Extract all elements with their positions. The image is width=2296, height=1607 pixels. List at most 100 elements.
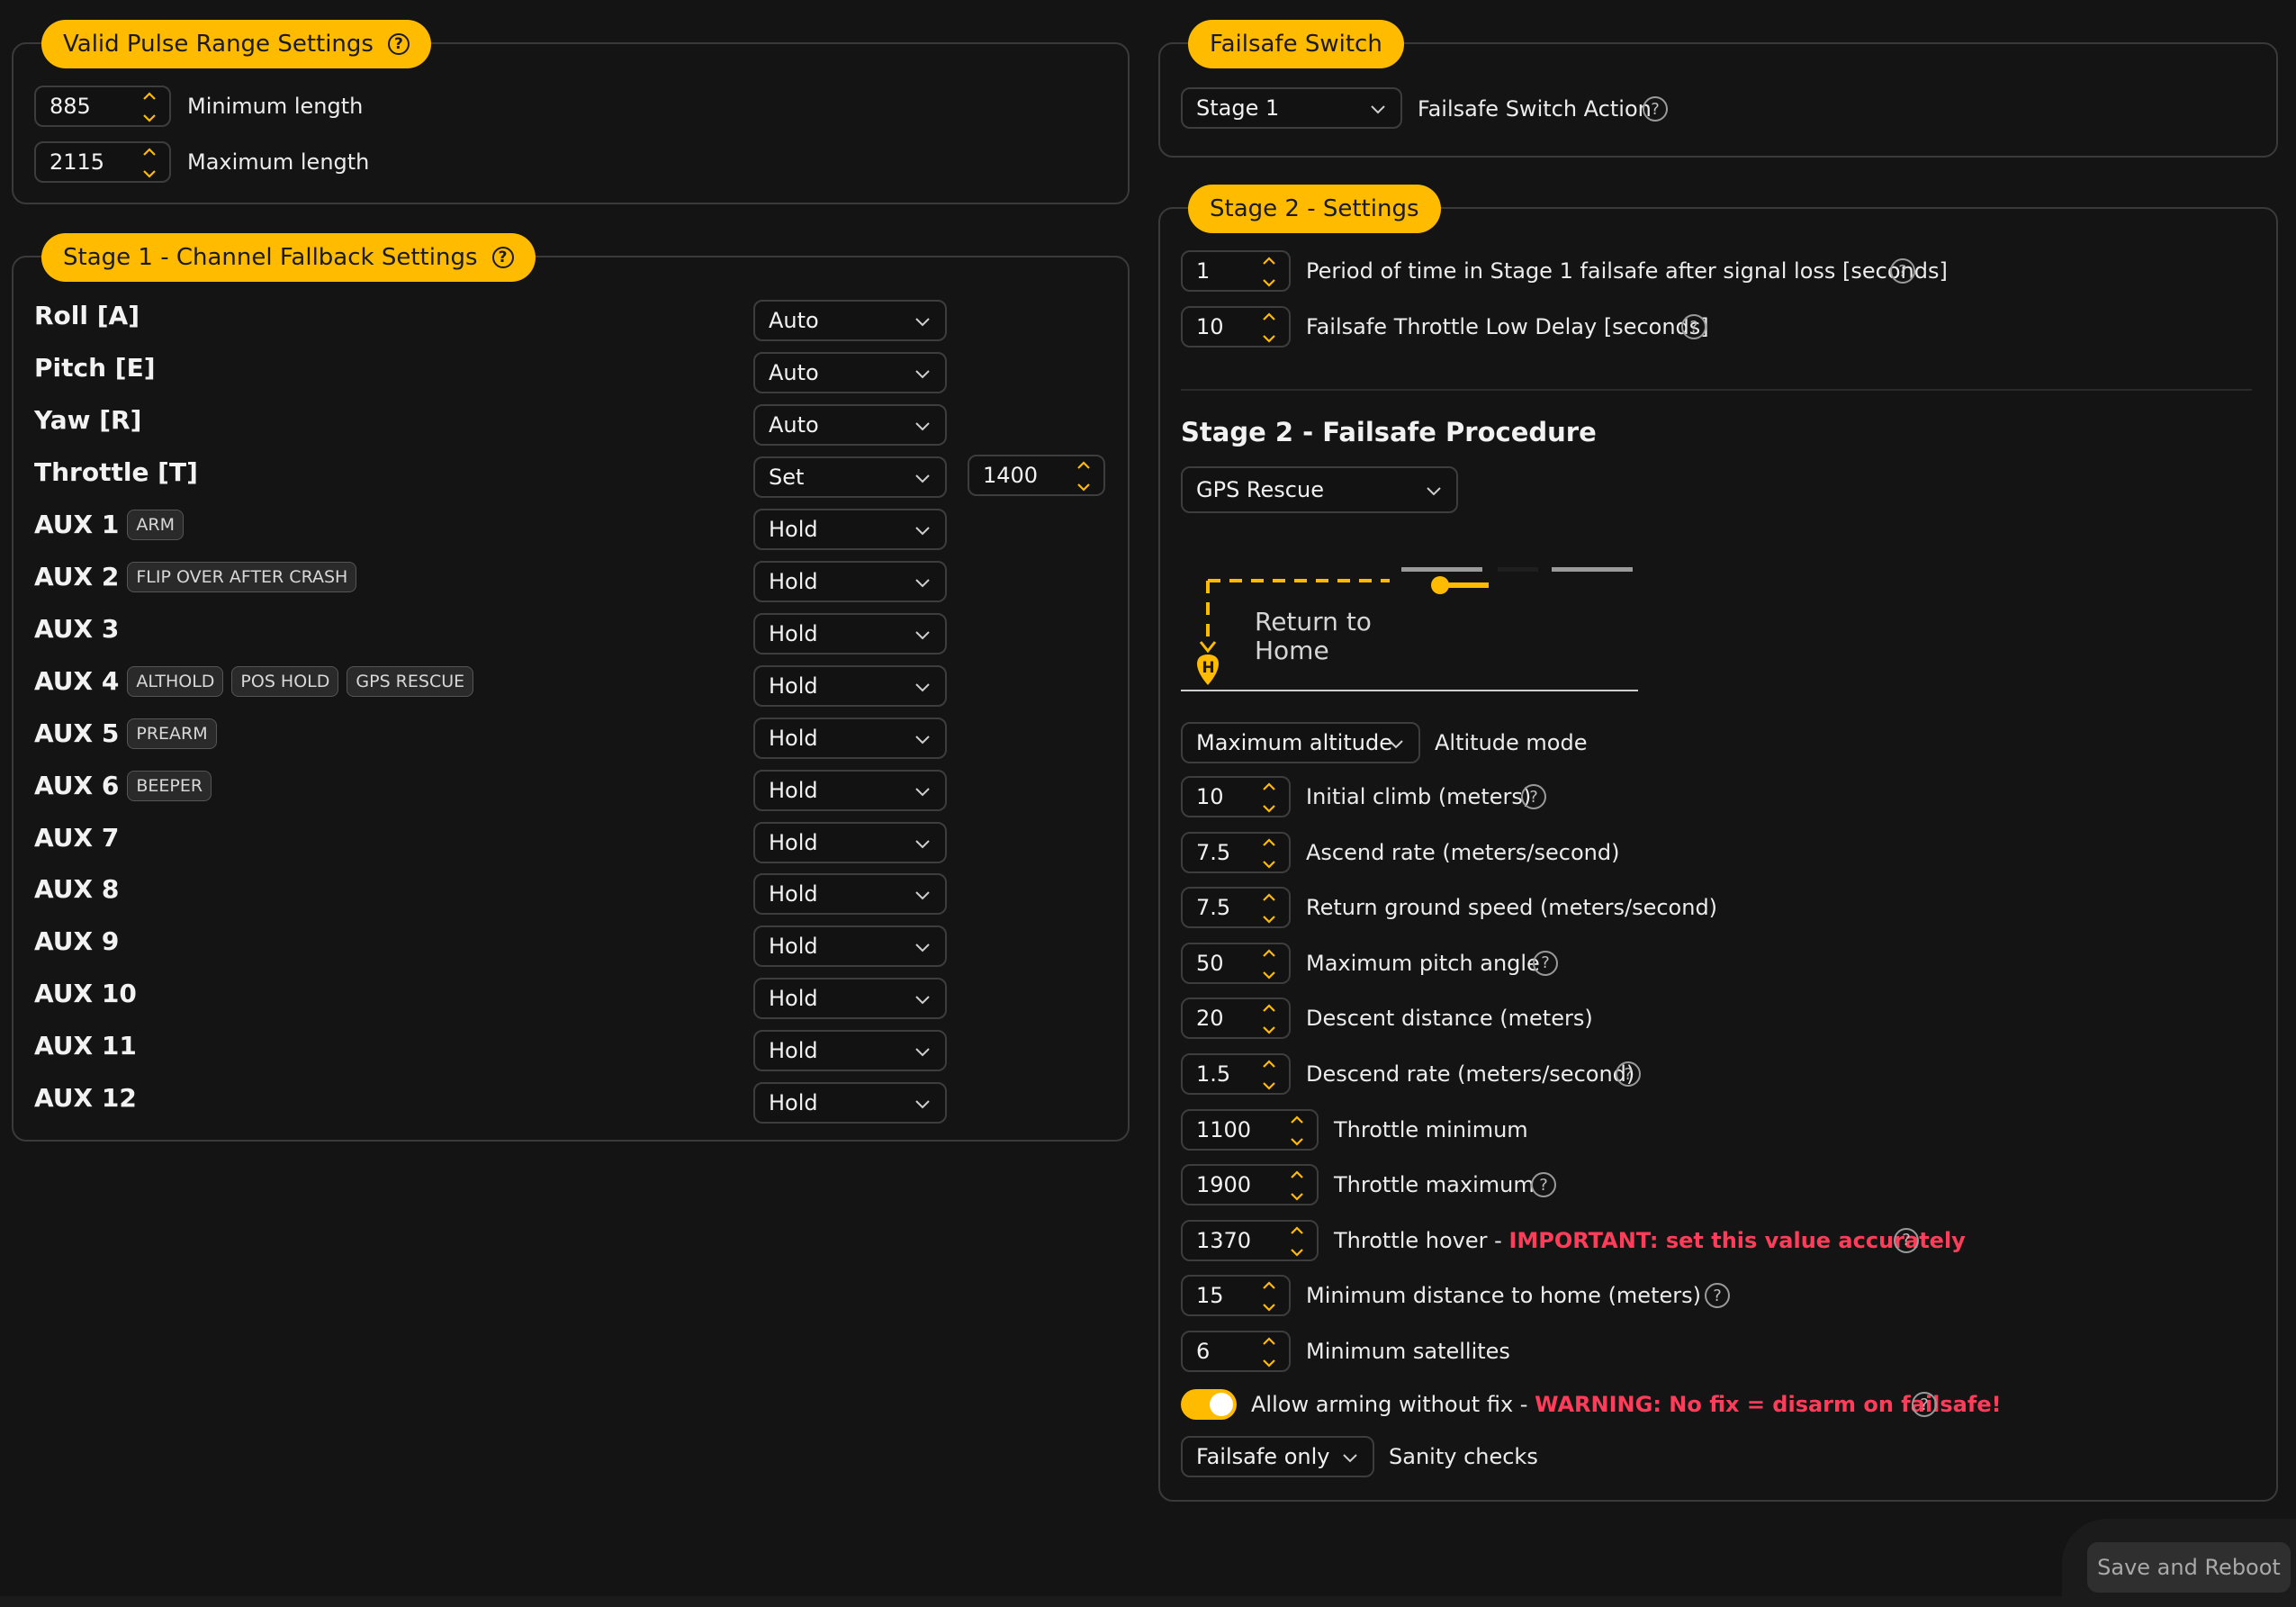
spinner-arrows-icon[interactable] (142, 147, 157, 179)
spinner-arrows-icon[interactable] (1076, 460, 1091, 492)
channel-name: Pitch [E] (34, 352, 156, 383)
channel-mode-tag: ALTHOLD (127, 665, 224, 697)
gps-rescue-field-value: 1900 (1196, 1172, 1252, 1198)
spinner-arrows-icon[interactable] (142, 91, 157, 123)
gps-rescue-field-input[interactable]: 20 (1181, 998, 1291, 1040)
save-toolbar: Save and Reboot (2062, 1519, 2296, 1607)
help-icon[interactable]: ? (1890, 258, 1915, 284)
gps-rescue-field-input[interactable]: 1100 (1181, 1108, 1319, 1151)
help-icon[interactable]: ? (1616, 1061, 1641, 1087)
channel-fallback-select[interactable]: Hold (753, 769, 947, 811)
throttle-low-delay-label: Failsafe Throttle Low Delay [seconds] (1306, 314, 1709, 339)
spinner-arrows-icon[interactable] (1262, 948, 1276, 980)
help-icon[interactable]: ? (491, 247, 514, 268)
gps-rescue-field-input[interactable]: 50 (1181, 942, 1291, 984)
channel-fallback-select[interactable]: Hold (753, 873, 947, 916)
spinner-arrows-icon[interactable] (1262, 1059, 1276, 1091)
channel-fallback-select[interactable]: Hold (753, 978, 947, 1020)
gps-rescue-field-input[interactable]: 1900 (1181, 1164, 1319, 1206)
spinner-arrows-icon[interactable] (1262, 1003, 1276, 1035)
spinner-arrows-icon[interactable] (1290, 1225, 1304, 1258)
spinner-arrows-icon[interactable] (1262, 1336, 1276, 1368)
channel-fallback-select[interactable]: Hold (753, 717, 947, 759)
channel-fallback-select[interactable]: Hold (753, 925, 947, 968)
spinner-arrows-icon[interactable] (1290, 1169, 1304, 1202)
channel-name: AUX 9 (34, 926, 120, 957)
failsafe-procedure-heading: Stage 2 - Failsafe Procedure (1181, 417, 1597, 447)
channel-row-label: AUX 8 (34, 874, 119, 905)
altitude-mode-select[interactable]: Maximum altitude (1181, 722, 1420, 763)
channel-fallback-select[interactable]: Hold (753, 612, 947, 655)
channel-fallback-select[interactable]: Hold (753, 508, 947, 550)
failsafe-switch-action-select[interactable]: Stage 1 (1181, 87, 1402, 129)
help-icon[interactable]: ? (1531, 1172, 1556, 1198)
gps-rescue-field-input[interactable]: 10 (1181, 776, 1291, 817)
spinner-arrows-icon[interactable] (1262, 781, 1276, 814)
channel-name: Yaw [R] (34, 404, 142, 435)
channel-fallback-select[interactable]: Hold (753, 1030, 947, 1072)
channel-name: Roll [A] (34, 301, 140, 330)
gps-rescue-field-value: 1.5 (1196, 1061, 1231, 1087)
channel-fallback-select[interactable]: Hold (753, 821, 947, 863)
help-icon[interactable]: ? (1681, 314, 1706, 339)
chevron-down-icon (915, 579, 930, 588)
channel-fallback-select[interactable]: Hold (753, 560, 947, 602)
gps-rescue-field-input[interactable]: 6 (1181, 1331, 1291, 1372)
help-icon[interactable]: ? (1533, 950, 1558, 976)
channel-fallback-value: Hold (769, 516, 818, 542)
help-icon[interactable]: ? (1643, 96, 1668, 122)
gps-rescue-field-input[interactable]: 1.5 (1181, 1053, 1291, 1095)
channel-row-label: AUX 4 ALTHOLD POS HOLD GPS RESCUE (34, 665, 474, 697)
save-and-reboot-button[interactable]: Save and Reboot (2087, 1542, 2291, 1593)
channel-row-label: AUX 2 FLIP OVER AFTER CRASH (34, 561, 357, 592)
help-icon[interactable]: ? (1912, 1392, 1937, 1417)
channel-mode-tag: GPS RESCUE (347, 665, 474, 697)
channel-fallback-select[interactable]: Auto (753, 351, 947, 393)
channel-fallback-select[interactable]: Hold (753, 664, 947, 707)
altitude-mode-label: Altitude mode (1435, 730, 1588, 755)
spinner-arrows-icon[interactable] (1262, 256, 1276, 288)
channel-row-label: AUX 6 BEEPER (34, 770, 212, 801)
gps-rescue-field-input[interactable]: 15 (1181, 1275, 1291, 1317)
spinner-arrows-icon[interactable] (1262, 837, 1276, 870)
section-divider (1181, 389, 2252, 391)
channel-name: AUX 10 (34, 979, 137, 1009)
help-icon[interactable]: ? (1894, 1227, 1919, 1253)
failsafe-procedure-select[interactable]: GPS Rescue (1181, 466, 1458, 513)
channel-name: AUX 12 (34, 1083, 137, 1114)
allow-arming-label: Allow arming without fix - WARNING: No f… (1251, 1391, 2002, 1418)
throttle-low-delay-value: 10 (1196, 314, 1224, 339)
maximum-length-input[interactable]: 2115 (34, 141, 171, 183)
throttle-low-delay-input[interactable]: 10 (1181, 306, 1291, 348)
gps-rescue-field-label: Minimum distance to home (meters) (1306, 1282, 1701, 1309)
channel-fallback-select[interactable]: Auto (753, 403, 947, 446)
spinner-arrows-icon[interactable] (1290, 1115, 1304, 1147)
channel-mode-tag: FLIP OVER AFTER CRASH (127, 561, 357, 592)
stage1-period-input[interactable]: 1 (1181, 250, 1291, 292)
gps-rescue-field-label-text: Maximum pitch angle (1306, 950, 1540, 976)
gps-rescue-field-input[interactable]: 1370 (1181, 1219, 1319, 1261)
spinner-arrows-icon[interactable] (1262, 1280, 1276, 1313)
channel-row-label: AUX 7 (34, 823, 119, 853)
help-icon[interactable]: ? (387, 33, 410, 55)
allow-arming-toggle[interactable] (1181, 1389, 1237, 1420)
sanity-checks-select[interactable]: Failsafe only (1181, 1436, 1374, 1477)
throttle-set-value-input[interactable]: 1400 (968, 455, 1105, 496)
channel-fallback-value: Hold (769, 568, 818, 594)
gps-rescue-field-value: 7.5 (1196, 839, 1231, 865)
channel-name: AUX 11 (34, 1031, 137, 1061)
channel-fallback-select[interactable]: Auto (753, 300, 947, 341)
gps-rescue-field-input[interactable]: 7.5 (1181, 887, 1291, 929)
minimum-length-input[interactable]: 885 (34, 86, 171, 127)
chevron-down-icon (915, 996, 930, 1005)
gps-rescue-field-input[interactable]: 7.5 (1181, 831, 1291, 873)
help-icon[interactable]: ? (1521, 784, 1546, 809)
channel-fallback-select[interactable]: Set (753, 456, 947, 498)
return-to-home-line2: Home (1255, 636, 1329, 665)
channel-row-label: AUX 10 (34, 979, 137, 1009)
channel-row-label: Throttle [T] (34, 457, 198, 488)
channel-fallback-select[interactable]: Hold (753, 1082, 947, 1124)
chevron-down-icon (915, 787, 930, 796)
spinner-arrows-icon[interactable] (1262, 311, 1276, 344)
spinner-arrows-icon[interactable] (1262, 892, 1276, 925)
